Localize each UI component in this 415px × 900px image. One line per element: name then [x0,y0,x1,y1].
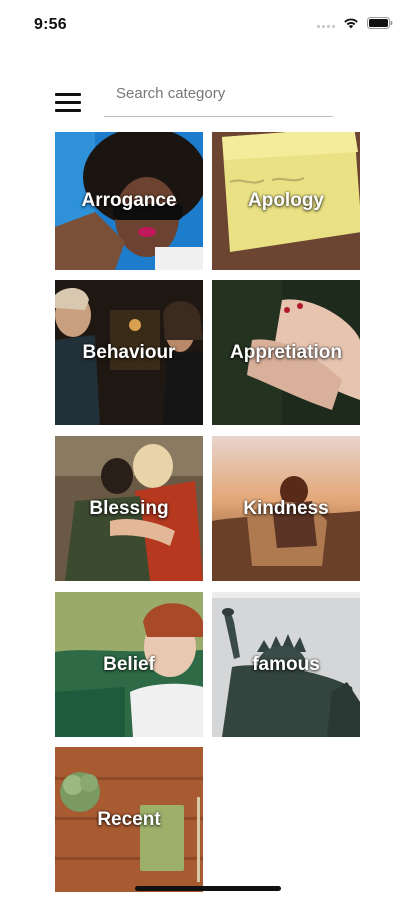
category-label: famous [252,653,320,675]
category-label: Arrogance [81,190,177,211]
category-tile-blessing[interactable]: Blessing [55,436,203,581]
home-indicator [135,886,281,891]
category-tile-kindness[interactable]: Kindness [212,436,360,581]
hamburger-menu-icon[interactable] [55,92,83,114]
category-label: Apology [248,190,324,211]
status-icons [317,17,393,29]
status-bar: 9:56 [0,0,415,50]
signal-icon [317,18,335,28]
category-tile-recent[interactable]: Recent [55,747,203,892]
category-tile-apology[interactable]: Apology [212,132,360,270]
category-label: Blessing [89,497,169,519]
category-tile-arrogance[interactable]: Arrogance [55,132,203,270]
category-tile-famous[interactable]: famous [212,592,360,737]
status-time: 9:56 [34,16,67,33]
category-label: Kindness [243,497,329,519]
category-label: Behaviour [82,341,176,363]
wifi-icon [343,17,359,29]
category-label: Belief [103,653,155,675]
category-tile-appretiation[interactable]: Appretiation [212,280,360,425]
search-input[interactable] [104,74,333,112]
category-label: Appretiation [230,341,342,363]
category-label: Recent [97,808,161,830]
search-bar [104,74,333,117]
category-tile-behaviour[interactable]: Behaviour [55,280,203,425]
category-tile-belief[interactable]: Belief [55,592,203,737]
battery-icon [367,17,393,29]
